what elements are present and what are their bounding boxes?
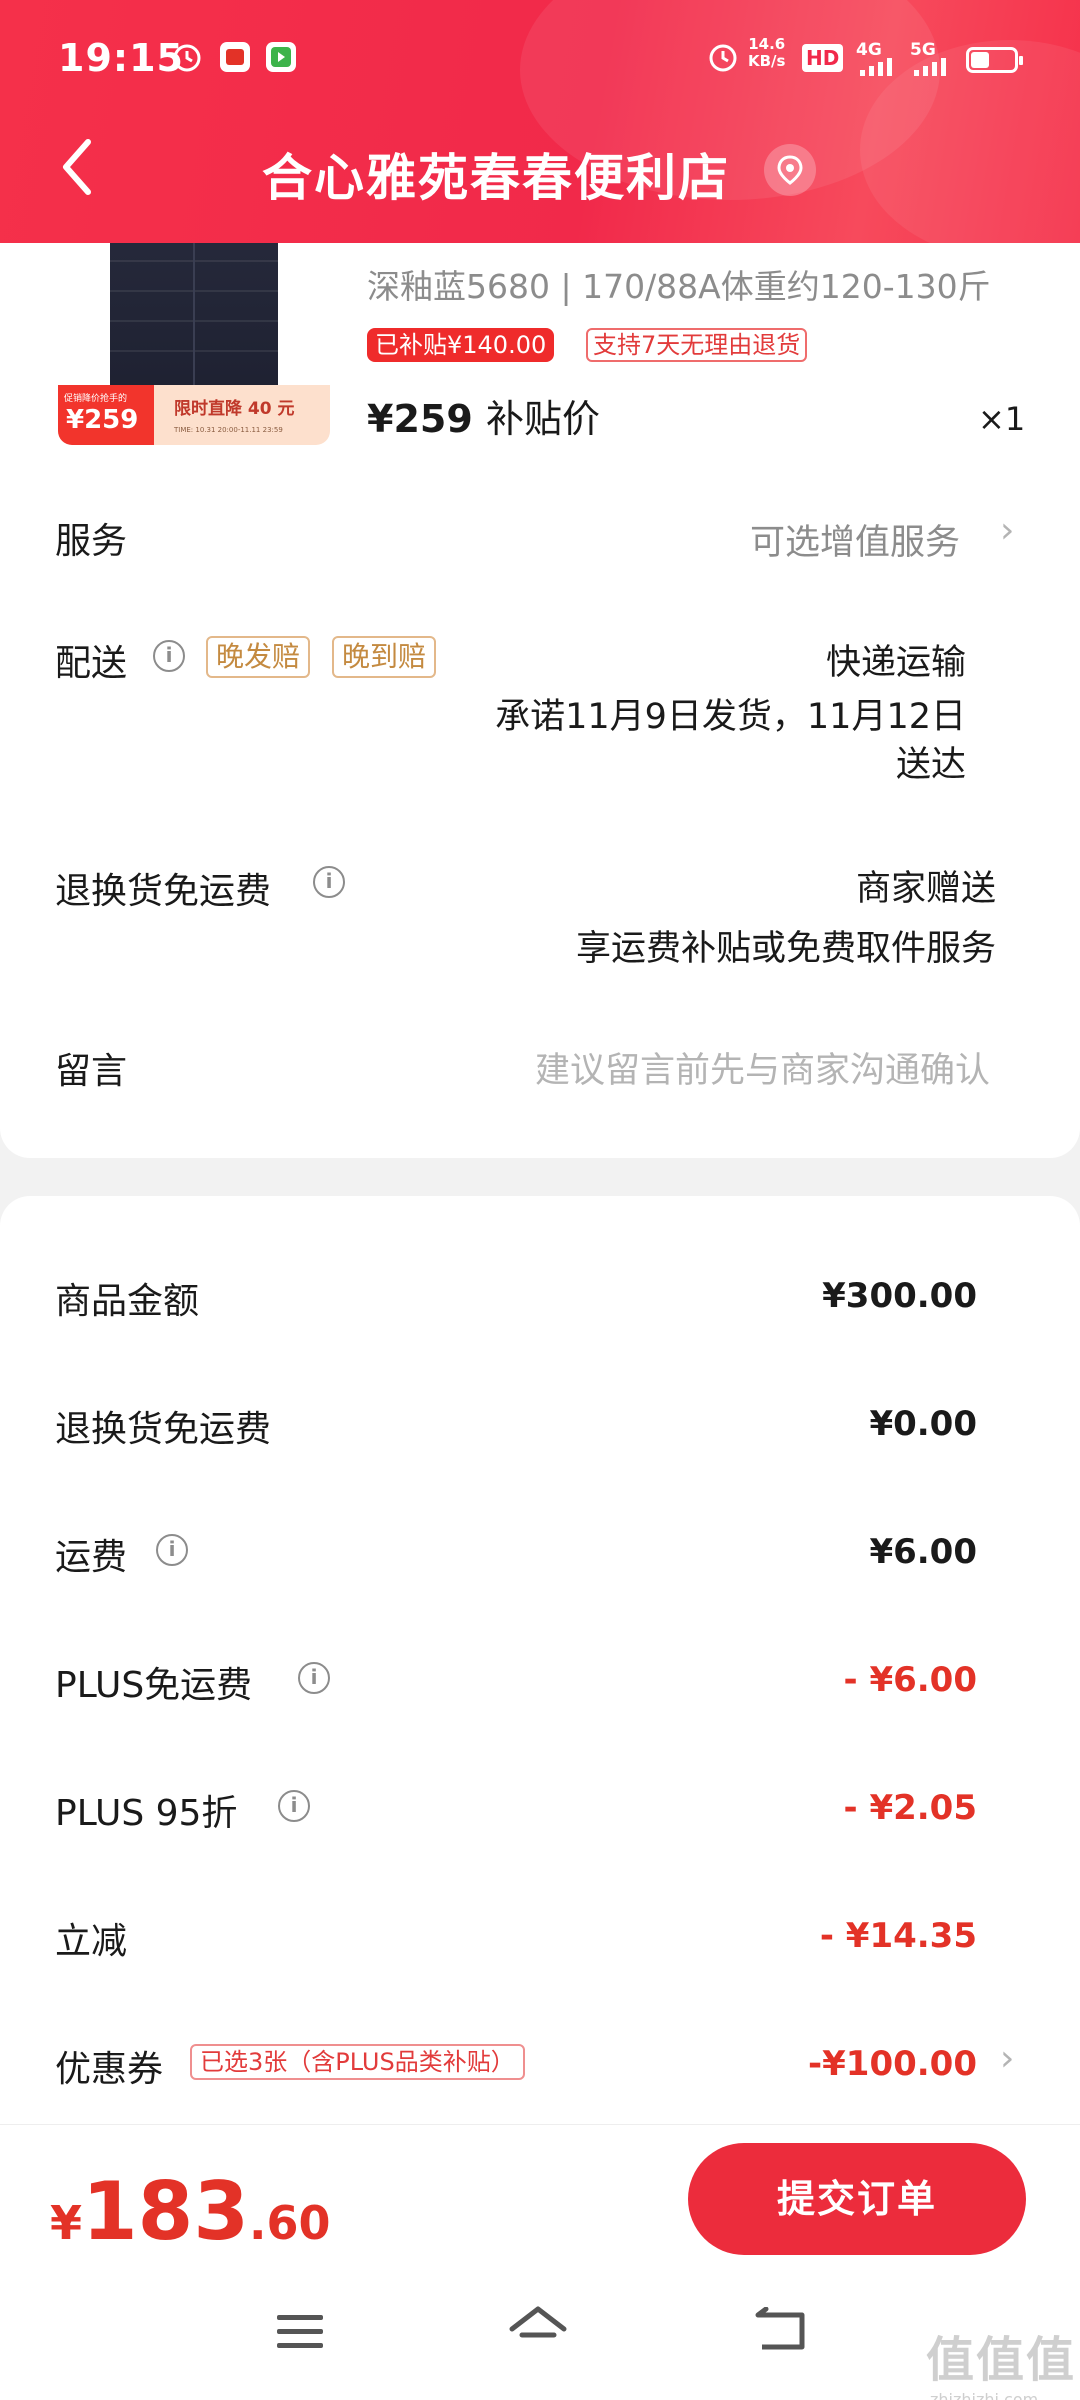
status-time: 19:15 xyxy=(58,36,184,80)
product-price: ¥259 补贴价 xyxy=(367,397,601,441)
alarm-icon xyxy=(173,44,201,72)
delivery-label: 配送 xyxy=(55,643,128,684)
hd-icon: HD xyxy=(802,44,844,72)
alarm-icon xyxy=(709,44,737,72)
status-bar: 19:15 14.6 KB/s HD 4G 5G xyxy=(0,0,1080,120)
promo-time: TIME: 10.31 20:00-11.11 23:59 xyxy=(174,426,283,434)
summary-label: 优惠券 xyxy=(55,2049,164,2090)
product-sku: 深釉蓝5680 | 170/88A体重约120-130斤 xyxy=(367,267,991,306)
service-label: 服务 xyxy=(55,521,128,562)
home-icon[interactable] xyxy=(508,2305,568,2355)
shop-title[interactable]: 合心雅苑春春便利店 xyxy=(262,138,730,210)
summary-value: ¥300.00 xyxy=(822,1276,977,1316)
chevron-right-icon[interactable]: › xyxy=(1000,510,1014,551)
return-shipping-label: 退换货免运费 xyxy=(55,871,272,912)
summary-label: PLUS免运费 xyxy=(55,1665,253,1706)
summary-value: ¥6.00 xyxy=(869,1532,977,1572)
submit-order-button[interactable]: 提交订单 xyxy=(688,2143,1026,2255)
header: 19:15 14.6 KB/s HD 4G 5G 合心雅苑春春便利店 xyxy=(0,0,1080,243)
app-icon xyxy=(220,42,250,72)
promo-price-tag: 促销降价抢手的 ¥259 xyxy=(58,385,154,445)
chevron-left-icon[interactable] xyxy=(54,132,104,202)
price-summary-card: 商品金额 ¥300.00 退换货免运费 ¥0.00 运费 i ¥6.00 PLU… xyxy=(0,1196,1080,2126)
summary-value: - ¥14.35 xyxy=(819,1916,977,1956)
message-input[interactable]: 建议留言前先与商家沟通确认 xyxy=(535,1042,990,1093)
promo-text: 限时直降 40 元 xyxy=(174,399,295,419)
order-info-card: 促销降价抢手的 ¥259 限时直降 40 元 TIME: 10.31 20:00… xyxy=(0,200,1080,1158)
info-icon[interactable]: i xyxy=(298,1662,330,1694)
message-label: 留言 xyxy=(55,1051,128,1092)
return-badge: 支持7天无理由退货 xyxy=(586,328,808,362)
delivery-method[interactable]: 快递运输 xyxy=(826,634,966,685)
total-price: ¥183.60 xyxy=(50,2165,331,2258)
info-icon[interactable]: i xyxy=(156,1534,188,1566)
return-shipping-value: 商家赠送 xyxy=(855,869,996,909)
summary-value: ¥0.00 xyxy=(869,1404,977,1444)
battery-icon xyxy=(966,47,1023,73)
summary-label: 退换货免运费 xyxy=(55,1409,272,1450)
info-icon[interactable]: i xyxy=(153,640,185,672)
info-icon[interactable]: i xyxy=(313,866,345,898)
product-image[interactable]: 促销降价抢手的 ¥259 限时直降 40 元 TIME: 10.31 20:00… xyxy=(58,230,330,445)
signal-icon xyxy=(860,58,892,76)
summary-label: PLUS 95折 xyxy=(55,1793,238,1834)
summary-value: - ¥6.00 xyxy=(843,1660,978,1700)
late-ship-tag: 晚发赔 xyxy=(206,636,311,678)
delivery-promise-cont: 送达 xyxy=(895,745,966,785)
product-quantity: ×1 xyxy=(978,400,1026,438)
return-shipping-desc: 享运费补贴或免费取件服务 xyxy=(575,929,996,969)
service-value[interactable]: 可选增值服务 xyxy=(750,514,960,565)
coupon-tag[interactable]: 已选3张（含PLUS品类补贴） xyxy=(190,2044,525,2080)
back-icon[interactable] xyxy=(752,2307,810,2355)
net-speed: 14.6 KB/s xyxy=(748,35,786,70)
chevron-right-icon[interactable]: › xyxy=(1000,2038,1014,2079)
coupon-value[interactable]: -¥100.00 xyxy=(808,2044,977,2084)
summary-value: - ¥2.05 xyxy=(843,1788,978,1828)
watermark: 值值值 zhizhizhi.com xyxy=(926,2332,1077,2400)
menu-icon[interactable] xyxy=(275,2311,325,2351)
location-pin-icon[interactable] xyxy=(764,144,816,196)
app-icon xyxy=(266,42,296,72)
summary-label: 运费 xyxy=(55,1537,128,1578)
summary-label: 立减 xyxy=(55,1921,128,1962)
info-icon[interactable]: i xyxy=(278,1790,310,1822)
summary-label: 商品金额 xyxy=(55,1281,200,1322)
signal-icon xyxy=(914,58,946,76)
late-arrive-tag: 晚到赔 xyxy=(332,636,437,678)
delivery-promise: 承诺11月9日发货，11月12日 xyxy=(495,697,966,737)
bottom-bar: ¥183.60 提交订单 xyxy=(0,2124,1080,2400)
subsidy-badge: 已补贴¥140.00 xyxy=(367,328,555,362)
